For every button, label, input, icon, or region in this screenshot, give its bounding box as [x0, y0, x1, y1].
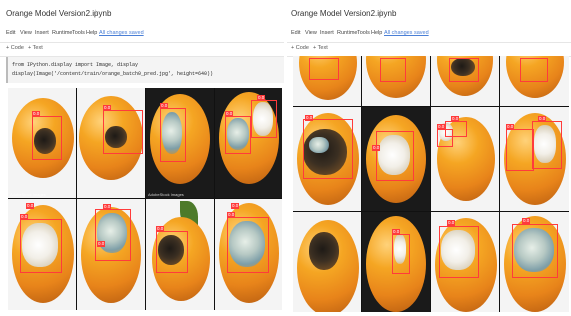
save-status-link[interactable]: All changes saved: [384, 30, 429, 36]
bounding-box: [20, 219, 62, 273]
title-bar: Orange Model Version2.ipynb ☆: [0, 0, 284, 28]
bounding-box: [32, 116, 62, 160]
menu-runtime[interactable]: Runtime: [337, 30, 357, 36]
detection-label: 0.0: [20, 214, 29, 220]
menu-view[interactable]: View: [305, 30, 317, 36]
toolbar: + Code + Text: [0, 42, 284, 57]
detection-label: 0.0: [506, 124, 515, 130]
detection-label: 0.0: [97, 241, 106, 247]
menu-bar: Edit View Insert Runtime Tools Help All …: [0, 28, 284, 42]
menu-tools[interactable]: Tools: [72, 30, 85, 36]
image-tile: 0.0 0.0: [77, 199, 145, 310]
image-tile: 0.0: [500, 212, 569, 312]
bounding-box: [251, 100, 277, 138]
save-status-link[interactable]: All changes saved: [99, 30, 144, 36]
menu-insert[interactable]: Insert: [320, 30, 334, 36]
bounding-box: [227, 217, 269, 273]
star-icon[interactable]: ☆: [377, 8, 384, 17]
image-tile: 0.0 0.0: [431, 107, 499, 211]
image-tile: 0.0: [362, 212, 430, 312]
image-tile: 0.0 0.0: [215, 199, 282, 310]
add-text-button[interactable]: + Text: [28, 45, 43, 51]
detection-label: 0.0: [231, 203, 240, 209]
add-text-button[interactable]: + Text: [313, 45, 328, 51]
detection-label: 0.0: [156, 226, 165, 232]
bounding-box: [512, 224, 558, 278]
image-tile: 0.0: [146, 88, 214, 198]
bounding-box: [160, 108, 186, 162]
image-tile: 0.0 0.0: [8, 199, 76, 310]
detection-label: 0.0: [447, 220, 456, 226]
image-tile: [431, 56, 499, 106]
bounding-box: [532, 121, 562, 169]
bounding-box: [95, 209, 131, 261]
bounding-box: [506, 129, 534, 171]
watermark-text: AdobeStock Images: [148, 192, 184, 197]
image-tile: 0.0 0.0: [215, 88, 282, 198]
image-tile: [293, 56, 361, 106]
menu-view[interactable]: View: [20, 30, 32, 36]
detection-label: 0.0: [32, 111, 41, 117]
bounding-box: [303, 119, 353, 179]
code-cell[interactable]: from IPython.display import Image, displ…: [6, 57, 284, 83]
bounding-box: [376, 131, 414, 181]
image-tile: 0.0: [146, 199, 214, 310]
image-tile: [293, 212, 361, 312]
bounding-box: [225, 116, 251, 154]
bounding-box: [380, 58, 406, 82]
detection-output-image: 0.0 0.0 0.0 0.0 0.0 0.0: [293, 56, 569, 312]
code-line-1: from IPython.display import Image, displ…: [12, 62, 139, 68]
bounding-box: [392, 234, 410, 274]
bounding-box: [449, 58, 479, 82]
menu-edit[interactable]: Edit: [6, 30, 15, 36]
bounding-box: [156, 231, 188, 273]
bounding-box: [309, 58, 339, 80]
watermark-text: AdobeStock Images: [10, 192, 46, 197]
right-notebook-window: Orange Model Version2.ipynb ☆ Edit View …: [287, 0, 571, 316]
menu-help[interactable]: Help: [371, 30, 382, 36]
menu-runtime[interactable]: Runtime: [52, 30, 72, 36]
detection-label: 0.0: [392, 229, 401, 235]
toolbar: + Code + Text: [287, 42, 571, 57]
menu-insert[interactable]: Insert: [35, 30, 49, 36]
image-tile: 0.0: [8, 88, 76, 198]
detection-label: 0.0: [227, 212, 236, 218]
bounding-box: [445, 121, 467, 137]
menu-bar: Edit View Insert Runtime Tools Help All …: [287, 28, 571, 42]
bounding-box: [103, 110, 143, 154]
code-line-2: display(Image('/content/train/orange_bat…: [12, 71, 214, 77]
left-notebook-window: Orange Model Version2.ipynb ☆ Edit View …: [0, 0, 284, 316]
image-tile: 0.0: [77, 88, 145, 198]
bounding-box: [439, 226, 479, 278]
detection-label: 0.0: [305, 115, 314, 121]
add-code-button[interactable]: + Code: [6, 45, 24, 51]
detection-label: 0.0: [451, 116, 460, 122]
image-tile: 0.0: [293, 107, 361, 211]
detection-label: 0.0: [522, 218, 531, 224]
star-icon[interactable]: ☆: [92, 8, 99, 17]
bounding-box: [520, 58, 548, 82]
image-tile: 0.0: [362, 107, 430, 211]
image-tile: 0.0: [431, 212, 499, 312]
detection-output-image: 0.0 0.0 0.0 0.0 0.0 0.0: [8, 88, 282, 310]
detection-label: 0.0: [103, 105, 112, 111]
dark-rot-spot: [309, 232, 339, 270]
detection-label: 0.0: [103, 204, 112, 210]
image-tile: [362, 56, 430, 106]
menu-edit[interactable]: Edit: [291, 30, 300, 36]
menu-help[interactable]: Help: [86, 30, 97, 36]
title-bar: Orange Model Version2.ipynb ☆: [287, 0, 571, 28]
detection-label: 0.0: [257, 95, 266, 101]
menu-tools[interactable]: Tools: [357, 30, 370, 36]
detection-label: 0.0: [225, 111, 234, 117]
add-code-button[interactable]: + Code: [291, 45, 309, 51]
detection-label: 0.0: [26, 203, 35, 209]
detection-label: 0.0: [372, 145, 381, 151]
image-tile: [500, 56, 569, 106]
detection-label: 0.0: [160, 103, 169, 109]
image-tile: 0.0 0.0: [500, 107, 569, 211]
detection-label: 0.0: [538, 116, 547, 122]
